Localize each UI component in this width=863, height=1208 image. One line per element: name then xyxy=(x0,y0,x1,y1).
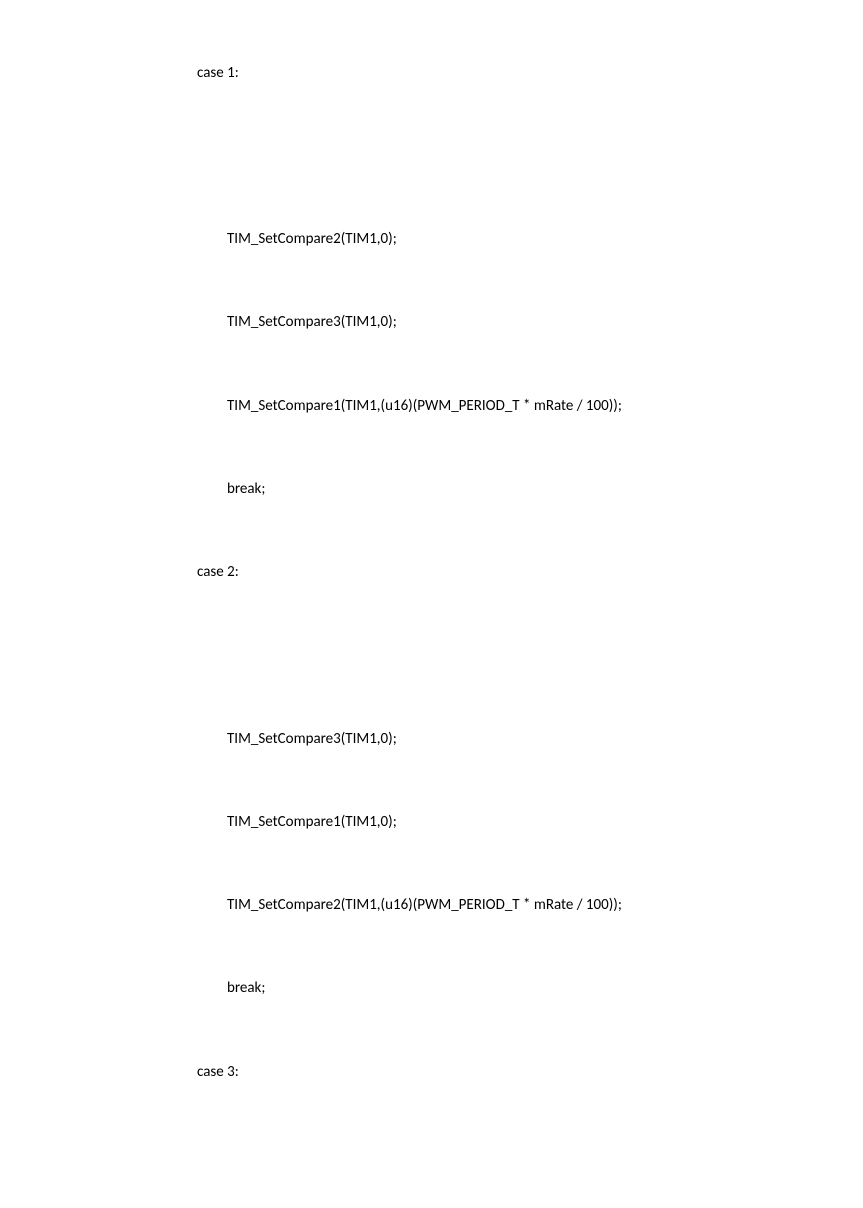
code-line: TIM_SetCompare3(TIM1,0); xyxy=(197,726,863,754)
code-line: case 1: xyxy=(197,60,863,88)
code-line: TIM_SetCompare3(TIM1,0); xyxy=(197,309,863,337)
code-block: case 1: TIM_SetCompare2(TIM1,0); TIM_Set… xyxy=(197,4,863,1208)
code-line: TIM_SetCompare1(TIM1,(u16)(PWM_PERIOD_T … xyxy=(197,393,863,421)
code-line: TIM_SetCompare2(TIM1,0); xyxy=(197,226,863,254)
code-line: break; xyxy=(197,476,863,504)
code-line: break; xyxy=(197,975,863,1003)
code-line: case 2: xyxy=(197,559,863,587)
code-line xyxy=(197,1142,863,1170)
code-line: case 3: xyxy=(197,1059,863,1087)
code-line xyxy=(197,642,863,670)
code-line xyxy=(197,143,863,171)
code-line: TIM_SetCompare1(TIM1,0); xyxy=(197,809,863,837)
code-line: TIM_SetCompare2(TIM1,(u16)(PWM_PERIOD_T … xyxy=(197,892,863,920)
